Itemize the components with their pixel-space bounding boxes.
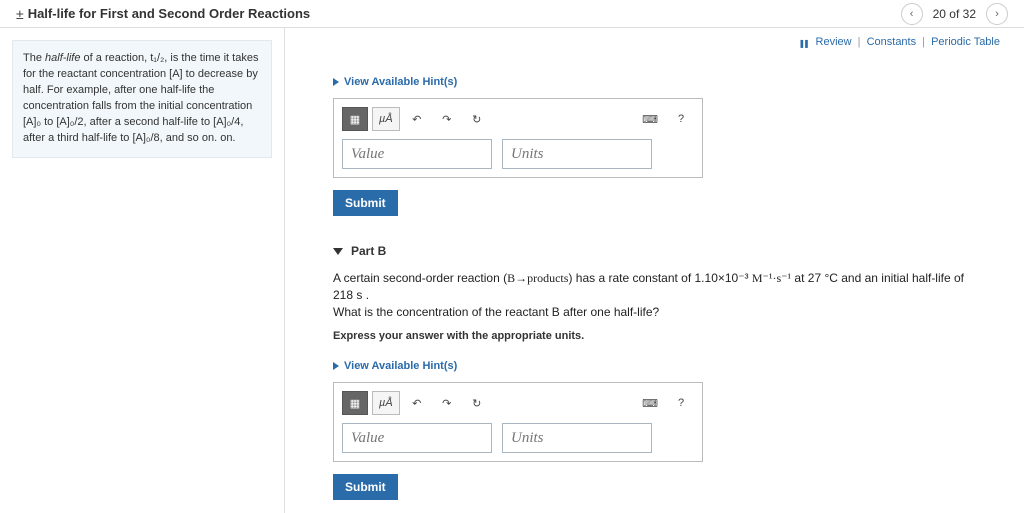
reset-button[interactable]: ↻ [464,391,490,415]
top-bar: ± Half-life for First and Second Order R… [0,0,1024,28]
hints-toggle-a[interactable]: View Available Hint(s) [333,76,457,88]
help-button[interactable]: ? [668,107,694,131]
template-button[interactable]: ▦ [342,107,368,131]
page-indicator: 20 of 32 [933,7,976,21]
page-title: Half-life for First and Second Order Rea… [28,6,310,21]
units-input-a[interactable] [502,139,652,169]
intro-box: The half-life of a reaction, t₁/₂, is th… [12,40,272,158]
value-input-a[interactable] [342,139,492,169]
redo-button[interactable]: ↷ [434,391,460,415]
part-b-instruction: Express your answer with the appropriate… [333,330,1000,342]
caret-right-icon [333,78,339,86]
periodic-table-link[interactable]: Periodic Table [931,36,1000,48]
special-chars-button[interactable]: µÅ [372,107,400,131]
review-icon [798,37,808,47]
hints-toggle-b[interactable]: View Available Hint(s) [333,360,457,372]
submit-button-a[interactable]: Submit [333,190,398,216]
keyboard-button[interactable]: ⌨ [636,107,664,131]
answer-box-a: ▦ µÅ ↶ ↷ ↻ ⌨ ? [333,98,703,178]
answer-box-b: ▦ µÅ ↶ ↷ ↻ ⌨ ? [333,382,703,462]
caret-down-icon [333,248,343,255]
undo-button[interactable]: ↶ [404,107,430,131]
constants-link[interactable]: Constants [867,36,917,48]
resource-links: Review | Constants | Periodic Table [798,36,1000,48]
caret-right-icon [333,362,339,370]
redo-button[interactable]: ↷ [434,107,460,131]
prev-button[interactable]: ‹ [901,3,923,25]
content-area: Review | Constants | Periodic Table View… [285,28,1024,513]
part-b-question: A certain second-order reaction (B→produ… [333,270,973,320]
undo-button[interactable]: ↶ [404,391,430,415]
value-input-b[interactable] [342,423,492,453]
collapse-toggle-icon[interactable]: ± [16,6,24,22]
reset-button[interactable]: ↻ [464,107,490,131]
review-link[interactable]: Review [816,36,852,48]
sidebar: The half-life of a reaction, t₁/₂, is th… [0,28,285,513]
units-input-b[interactable] [502,423,652,453]
submit-button-b[interactable]: Submit [333,474,398,500]
template-button[interactable]: ▦ [342,391,368,415]
part-b-header[interactable]: Part B [333,244,1000,258]
keyboard-button[interactable]: ⌨ [636,391,664,415]
next-button[interactable]: › [986,3,1008,25]
help-button[interactable]: ? [668,391,694,415]
special-chars-button[interactable]: µÅ [372,391,400,415]
